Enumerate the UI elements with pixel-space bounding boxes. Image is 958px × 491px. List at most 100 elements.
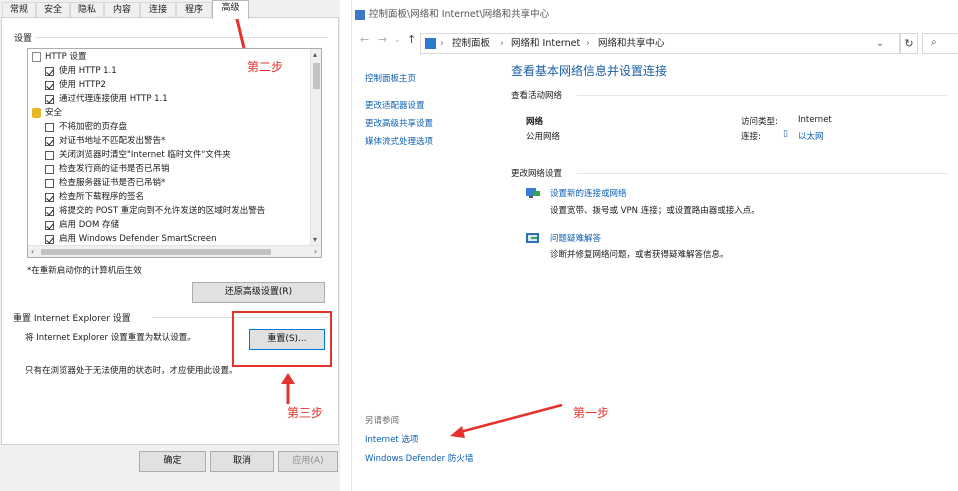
restart-note: *在重新启动你的计算机后生效 — [27, 266, 142, 276]
checkbox[interactable] — [45, 235, 54, 244]
address-bar: ← → ⌄ ↑ › 控制面板 › 网络和 Internet › 网络和共享中心 … — [352, 30, 958, 56]
troubleshoot-icon — [526, 233, 539, 243]
active-networks-heading: 查看活动网络 — [511, 91, 563, 101]
tab-bar: 常规 安全 隐私 内容 连接 程序 高级 — [0, 0, 340, 19]
breadcrumb-control-panel[interactable]: 控制面板 — [452, 34, 490, 53]
settings-item-label: 使用 HTTP 1.1 — [59, 66, 117, 76]
settings-item-label: HTTP 设置 — [45, 52, 87, 62]
tab-privacy[interactable]: 隐私 — [70, 2, 104, 18]
internet-options-link[interactable]: Internet 选项 — [365, 433, 418, 445]
breadcrumb-sharing-center[interactable]: 网络和共享中心 — [598, 34, 665, 53]
checkbox[interactable] — [45, 123, 54, 132]
breadcrumb-separator-icon: › — [440, 38, 444, 49]
sidebar-item-media-streaming[interactable]: 媒体流式处理选项 — [365, 135, 433, 147]
restore-advanced-settings-button[interactable]: 还原高级设置(R) — [192, 282, 325, 303]
tab-connections[interactable]: 连接 — [140, 2, 176, 18]
breadcrumb-separator-icon: › — [500, 38, 504, 49]
tab-security[interactable]: 安全 — [36, 2, 70, 18]
access-type-label: 访问类型: — [741, 117, 778, 127]
access-type-value: Internet — [798, 115, 832, 125]
divider — [36, 37, 328, 38]
defender-firewall-link[interactable]: Windows Defender 防火墙 — [365, 452, 473, 464]
settings-item-label: 不将加密的页存盘 — [59, 122, 128, 132]
scroll-thumb-horizontal[interactable] — [41, 249, 271, 255]
checkbox[interactable] — [45, 151, 54, 160]
search-icon: ⌕ — [931, 37, 937, 48]
forward-arrow-icon[interactable]: → — [378, 30, 387, 50]
refresh-icon[interactable]: ↻ — [900, 33, 918, 54]
window-icon — [355, 10, 365, 20]
divider — [577, 173, 947, 174]
control-panel-icon — [425, 38, 436, 49]
scroll-thumb[interactable] — [313, 63, 320, 89]
step3-label: 第三步 — [287, 406, 324, 420]
settings-horizontal-scrollbar[interactable]: ‹ › — [28, 245, 321, 257]
tab-general[interactable]: 常规 — [2, 2, 36, 18]
tab-advanced[interactable]: 高级 — [212, 0, 249, 19]
scroll-right-icon[interactable]: › — [314, 247, 317, 257]
step1-arrow-icon — [450, 403, 563, 438]
checkbox[interactable] — [45, 137, 54, 146]
tab-content[interactable]: 内容 — [104, 2, 140, 18]
checkbox[interactable] — [45, 165, 54, 174]
setup-new-connection-link[interactable]: 设置新的连接或网络 — [550, 187, 627, 199]
troubleshoot-problems-link[interactable]: 问题疑难解答 — [550, 232, 601, 244]
checkbox[interactable] — [45, 95, 54, 104]
checkbox[interactable] — [45, 221, 54, 230]
ok-button[interactable]: 确定 — [139, 451, 206, 472]
settings-item-label: 启用 DOM 存储 — [59, 220, 119, 230]
sidebar-item-advanced-sharing-settings[interactable]: 更改高级共享设置 — [365, 117, 433, 129]
breadcrumb-network-internet[interactable]: 网络和 Internet — [511, 34, 580, 53]
checkbox[interactable] — [45, 207, 54, 216]
settings-item-label: 关闭浏览器时清空"Internet 临时文件"文件夹 — [59, 150, 231, 160]
settings-item-label: 使用 HTTP2 — [59, 80, 106, 90]
settings-item-label: 将提交的 POST 重定向到不允许发送的区域时发出警告 — [59, 206, 266, 216]
connections-label: 连接: — [741, 132, 761, 142]
sidebar-item-control-panel-home[interactable]: 控制面板主页 — [365, 72, 416, 84]
checkbox[interactable] — [45, 179, 54, 188]
window-title: 控制面板\网络和 Internet\网络和共享中心 — [369, 9, 550, 20]
sidebar-item-change-adapter-settings[interactable]: 更改适配器设置 — [365, 99, 425, 111]
reset-highlight-box — [232, 311, 332, 367]
network-name: 网络 — [526, 117, 544, 127]
new-connection-icon — [526, 188, 540, 198]
checkbox[interactable] — [45, 81, 54, 90]
network-type[interactable]: 公用网络 — [526, 130, 560, 142]
page-title: 查看基本网络信息并设置连接 — [511, 64, 668, 78]
checkbox[interactable] — [45, 67, 54, 76]
settings-item-label: 检查所下载程序的签名 — [59, 192, 145, 202]
back-arrow-icon[interactable]: ← — [360, 30, 369, 50]
reset-group-label: 重置 Internet Explorer 设置 — [13, 314, 131, 324]
lock-icon — [32, 108, 41, 118]
divider — [577, 95, 947, 96]
address-path[interactable]: › 控制面板 › 网络和 Internet › 网络和共享中心 ⌄ — [420, 33, 900, 54]
step3-arrow-icon — [281, 373, 295, 404]
ethernet-icon: ▯ — [783, 129, 788, 139]
recent-chevron-icon[interactable]: ⌄ — [394, 30, 401, 50]
settings-item-label: 检查服务器证书是否已吊销* — [59, 178, 166, 188]
reset-description: 将 Internet Explorer 设置重置为默认设置。 — [25, 333, 196, 343]
address-dropdown-icon[interactable]: ⌄ — [876, 34, 884, 53]
checkbox[interactable] — [45, 193, 54, 202]
settings-item-label: 通过代理连接使用 HTTP 1.1 — [59, 94, 168, 104]
step2-label: 第二步 — [247, 60, 284, 74]
window-titlebar: 控制面板\网络和 Internet\网络和共享中心 — [352, 0, 958, 30]
see-also-heading: 另请参阅 — [365, 416, 400, 426]
scroll-down-icon[interactable]: ▾ — [313, 235, 317, 245]
tab-programs[interactable]: 程序 — [176, 2, 212, 18]
search-input[interactable]: ⌕ — [922, 33, 958, 54]
breadcrumb-separator-icon: › — [586, 38, 590, 49]
cancel-button[interactable]: 取消 — [210, 451, 274, 472]
up-arrow-icon[interactable]: ↑ — [407, 30, 416, 50]
scroll-left-icon[interactable]: ‹ — [31, 247, 34, 257]
settings-label: 设置 — [14, 34, 33, 44]
settings-vertical-scrollbar[interactable]: ▴ ▾ — [310, 49, 321, 246]
setup-new-connection-description: 设置宽带、拨号或 VPN 连接；或设置路由器或接入点。 — [550, 206, 760, 216]
settings-tree[interactable]: HTTP 设置使用 HTTP 1.1 使用 HTTP2 通过代理连接使用 HTTP … — [27, 48, 322, 258]
troubleshoot-description: 诊断并修复网络问题，或者获得疑难解答信息。 — [550, 250, 729, 260]
step1-label: 第一步 — [573, 406, 610, 420]
scroll-up-icon[interactable]: ▴ — [313, 50, 317, 60]
ethernet-connection-link[interactable]: 以太网 — [798, 130, 824, 142]
settings-item-label: 对证书地址不匹配发出警告* — [59, 136, 166, 146]
apply-button[interactable]: 应用(A) — [278, 451, 338, 472]
